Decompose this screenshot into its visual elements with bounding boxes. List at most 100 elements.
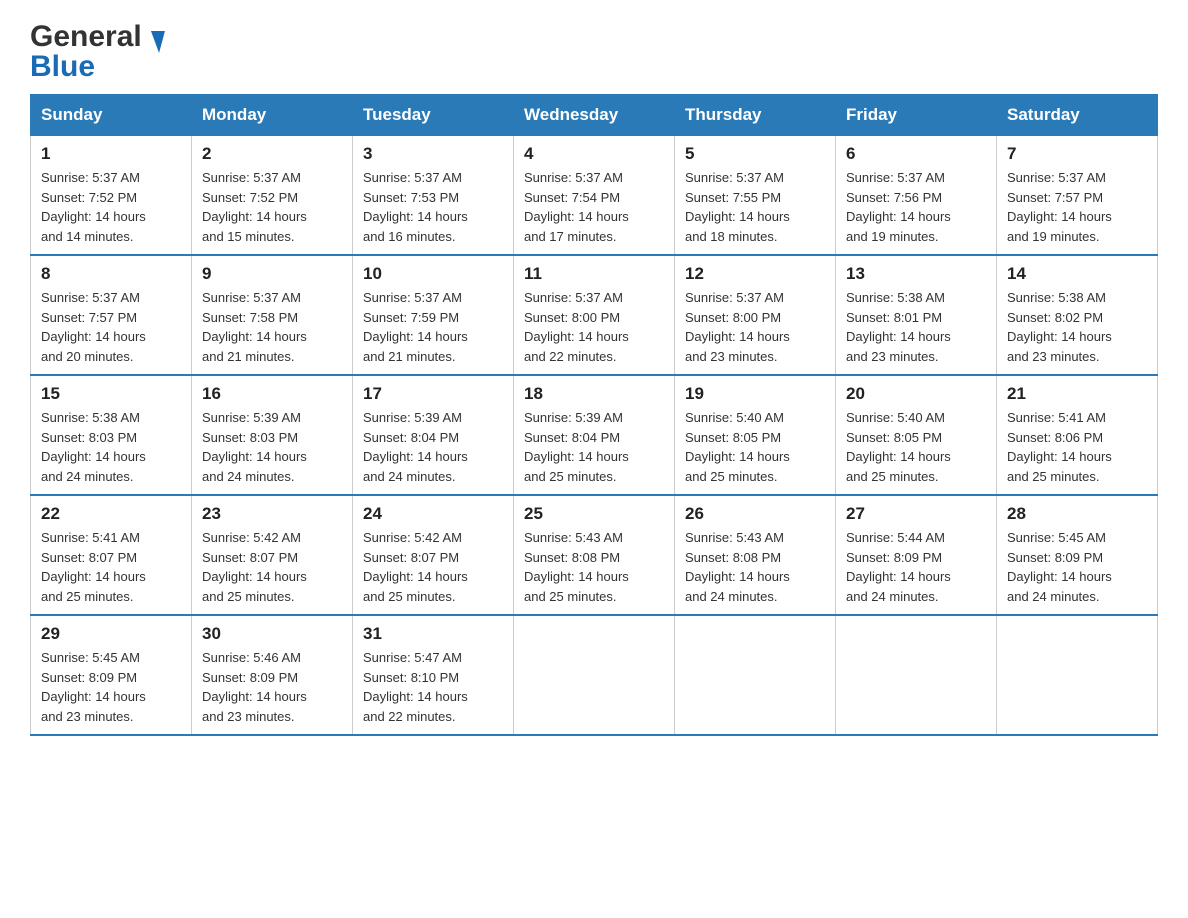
day-info: Sunrise: 5:47 AMSunset: 8:10 PMDaylight:… (363, 650, 468, 724)
day-number: 29 (41, 624, 181, 644)
calendar-cell: 23 Sunrise: 5:42 AMSunset: 8:07 PMDaylig… (192, 495, 353, 615)
calendar-cell: 30 Sunrise: 5:46 AMSunset: 8:09 PMDaylig… (192, 615, 353, 735)
day-info: Sunrise: 5:37 AMSunset: 7:54 PMDaylight:… (524, 170, 629, 244)
calendar-cell: 10 Sunrise: 5:37 AMSunset: 7:59 PMDaylig… (353, 255, 514, 375)
weekday-header-saturday: Saturday (997, 95, 1158, 136)
day-info: Sunrise: 5:37 AMSunset: 7:52 PMDaylight:… (202, 170, 307, 244)
weekday-header-sunday: Sunday (31, 95, 192, 136)
day-info: Sunrise: 5:41 AMSunset: 8:07 PMDaylight:… (41, 530, 146, 604)
day-info: Sunrise: 5:40 AMSunset: 8:05 PMDaylight:… (846, 410, 951, 484)
day-number: 31 (363, 624, 503, 644)
day-number: 15 (41, 384, 181, 404)
day-number: 7 (1007, 144, 1147, 164)
weekday-header-monday: Monday (192, 95, 353, 136)
calendar-cell: 20 Sunrise: 5:40 AMSunset: 8:05 PMDaylig… (836, 375, 997, 495)
day-number: 9 (202, 264, 342, 284)
calendar-cell: 12 Sunrise: 5:37 AMSunset: 8:00 PMDaylig… (675, 255, 836, 375)
day-number: 19 (685, 384, 825, 404)
day-info: Sunrise: 5:39 AMSunset: 8:04 PMDaylight:… (363, 410, 468, 484)
calendar-cell: 22 Sunrise: 5:41 AMSunset: 8:07 PMDaylig… (31, 495, 192, 615)
day-info: Sunrise: 5:39 AMSunset: 8:03 PMDaylight:… (202, 410, 307, 484)
calendar-cell: 21 Sunrise: 5:41 AMSunset: 8:06 PMDaylig… (997, 375, 1158, 495)
calendar-cell: 11 Sunrise: 5:37 AMSunset: 8:00 PMDaylig… (514, 255, 675, 375)
calendar-cell: 29 Sunrise: 5:45 AMSunset: 8:09 PMDaylig… (31, 615, 192, 735)
calendar-cell: 18 Sunrise: 5:39 AMSunset: 8:04 PMDaylig… (514, 375, 675, 495)
day-number: 24 (363, 504, 503, 524)
calendar-cell: 16 Sunrise: 5:39 AMSunset: 8:03 PMDaylig… (192, 375, 353, 495)
day-info: Sunrise: 5:37 AMSunset: 8:00 PMDaylight:… (524, 290, 629, 364)
day-info: Sunrise: 5:37 AMSunset: 8:00 PMDaylight:… (685, 290, 790, 364)
day-info: Sunrise: 5:37 AMSunset: 7:57 PMDaylight:… (1007, 170, 1112, 244)
calendar-cell: 2 Sunrise: 5:37 AMSunset: 7:52 PMDayligh… (192, 136, 353, 256)
day-number: 28 (1007, 504, 1147, 524)
calendar-cell: 7 Sunrise: 5:37 AMSunset: 7:57 PMDayligh… (997, 136, 1158, 256)
calendar-cell (514, 615, 675, 735)
day-number: 8 (41, 264, 181, 284)
day-number: 21 (1007, 384, 1147, 404)
calendar-cell: 26 Sunrise: 5:43 AMSunset: 8:08 PMDaylig… (675, 495, 836, 615)
day-number: 13 (846, 264, 986, 284)
calendar-cell: 24 Sunrise: 5:42 AMSunset: 8:07 PMDaylig… (353, 495, 514, 615)
day-number: 30 (202, 624, 342, 644)
day-number: 26 (685, 504, 825, 524)
day-info: Sunrise: 5:37 AMSunset: 7:52 PMDaylight:… (41, 170, 146, 244)
day-number: 17 (363, 384, 503, 404)
day-info: Sunrise: 5:37 AMSunset: 7:55 PMDaylight:… (685, 170, 790, 244)
day-number: 27 (846, 504, 986, 524)
day-info: Sunrise: 5:43 AMSunset: 8:08 PMDaylight:… (685, 530, 790, 604)
day-info: Sunrise: 5:40 AMSunset: 8:05 PMDaylight:… (685, 410, 790, 484)
page-header: General Blue (30, 20, 1158, 84)
calendar-cell (997, 615, 1158, 735)
day-number: 3 (363, 144, 503, 164)
day-info: Sunrise: 5:42 AMSunset: 8:07 PMDaylight:… (363, 530, 468, 604)
day-info: Sunrise: 5:46 AMSunset: 8:09 PMDaylight:… (202, 650, 307, 724)
calendar-cell: 1 Sunrise: 5:37 AMSunset: 7:52 PMDayligh… (31, 136, 192, 256)
weekday-header-thursday: Thursday (675, 95, 836, 136)
calendar-cell: 15 Sunrise: 5:38 AMSunset: 8:03 PMDaylig… (31, 375, 192, 495)
day-number: 1 (41, 144, 181, 164)
day-info: Sunrise: 5:37 AMSunset: 7:58 PMDaylight:… (202, 290, 307, 364)
day-number: 20 (846, 384, 986, 404)
day-info: Sunrise: 5:38 AMSunset: 8:03 PMDaylight:… (41, 410, 146, 484)
day-info: Sunrise: 5:38 AMSunset: 8:02 PMDaylight:… (1007, 290, 1112, 364)
day-number: 10 (363, 264, 503, 284)
day-number: 16 (202, 384, 342, 404)
day-number: 6 (846, 144, 986, 164)
calendar-cell: 3 Sunrise: 5:37 AMSunset: 7:53 PMDayligh… (353, 136, 514, 256)
calendar-cell: 25 Sunrise: 5:43 AMSunset: 8:08 PMDaylig… (514, 495, 675, 615)
day-number: 12 (685, 264, 825, 284)
calendar-cell: 31 Sunrise: 5:47 AMSunset: 8:10 PMDaylig… (353, 615, 514, 735)
calendar-cell: 5 Sunrise: 5:37 AMSunset: 7:55 PMDayligh… (675, 136, 836, 256)
day-number: 5 (685, 144, 825, 164)
day-info: Sunrise: 5:39 AMSunset: 8:04 PMDaylight:… (524, 410, 629, 484)
day-number: 11 (524, 264, 664, 284)
calendar-cell: 19 Sunrise: 5:40 AMSunset: 8:05 PMDaylig… (675, 375, 836, 495)
day-info: Sunrise: 5:43 AMSunset: 8:08 PMDaylight:… (524, 530, 629, 604)
calendar-cell: 13 Sunrise: 5:38 AMSunset: 8:01 PMDaylig… (836, 255, 997, 375)
day-info: Sunrise: 5:42 AMSunset: 8:07 PMDaylight:… (202, 530, 307, 604)
calendar-cell: 8 Sunrise: 5:37 AMSunset: 7:57 PMDayligh… (31, 255, 192, 375)
day-number: 23 (202, 504, 342, 524)
calendar-cell (675, 615, 836, 735)
logo: General Blue (30, 20, 162, 84)
day-info: Sunrise: 5:37 AMSunset: 7:56 PMDaylight:… (846, 170, 951, 244)
calendar-cell: 14 Sunrise: 5:38 AMSunset: 8:02 PMDaylig… (997, 255, 1158, 375)
calendar-cell (836, 615, 997, 735)
calendar-cell: 6 Sunrise: 5:37 AMSunset: 7:56 PMDayligh… (836, 136, 997, 256)
day-number: 22 (41, 504, 181, 524)
day-number: 25 (524, 504, 664, 524)
calendar-cell: 17 Sunrise: 5:39 AMSunset: 8:04 PMDaylig… (353, 375, 514, 495)
day-info: Sunrise: 5:37 AMSunset: 7:59 PMDaylight:… (363, 290, 468, 364)
day-number: 18 (524, 384, 664, 404)
day-info: Sunrise: 5:44 AMSunset: 8:09 PMDaylight:… (846, 530, 951, 604)
day-info: Sunrise: 5:37 AMSunset: 7:53 PMDaylight:… (363, 170, 468, 244)
day-number: 2 (202, 144, 342, 164)
day-info: Sunrise: 5:38 AMSunset: 8:01 PMDaylight:… (846, 290, 951, 364)
weekday-header-wednesday: Wednesday (514, 95, 675, 136)
weekday-header-tuesday: Tuesday (353, 95, 514, 136)
day-number: 14 (1007, 264, 1147, 284)
logo-general-text: General (30, 20, 142, 53)
calendar-cell: 4 Sunrise: 5:37 AMSunset: 7:54 PMDayligh… (514, 136, 675, 256)
calendar-cell: 9 Sunrise: 5:37 AMSunset: 7:58 PMDayligh… (192, 255, 353, 375)
day-number: 4 (524, 144, 664, 164)
